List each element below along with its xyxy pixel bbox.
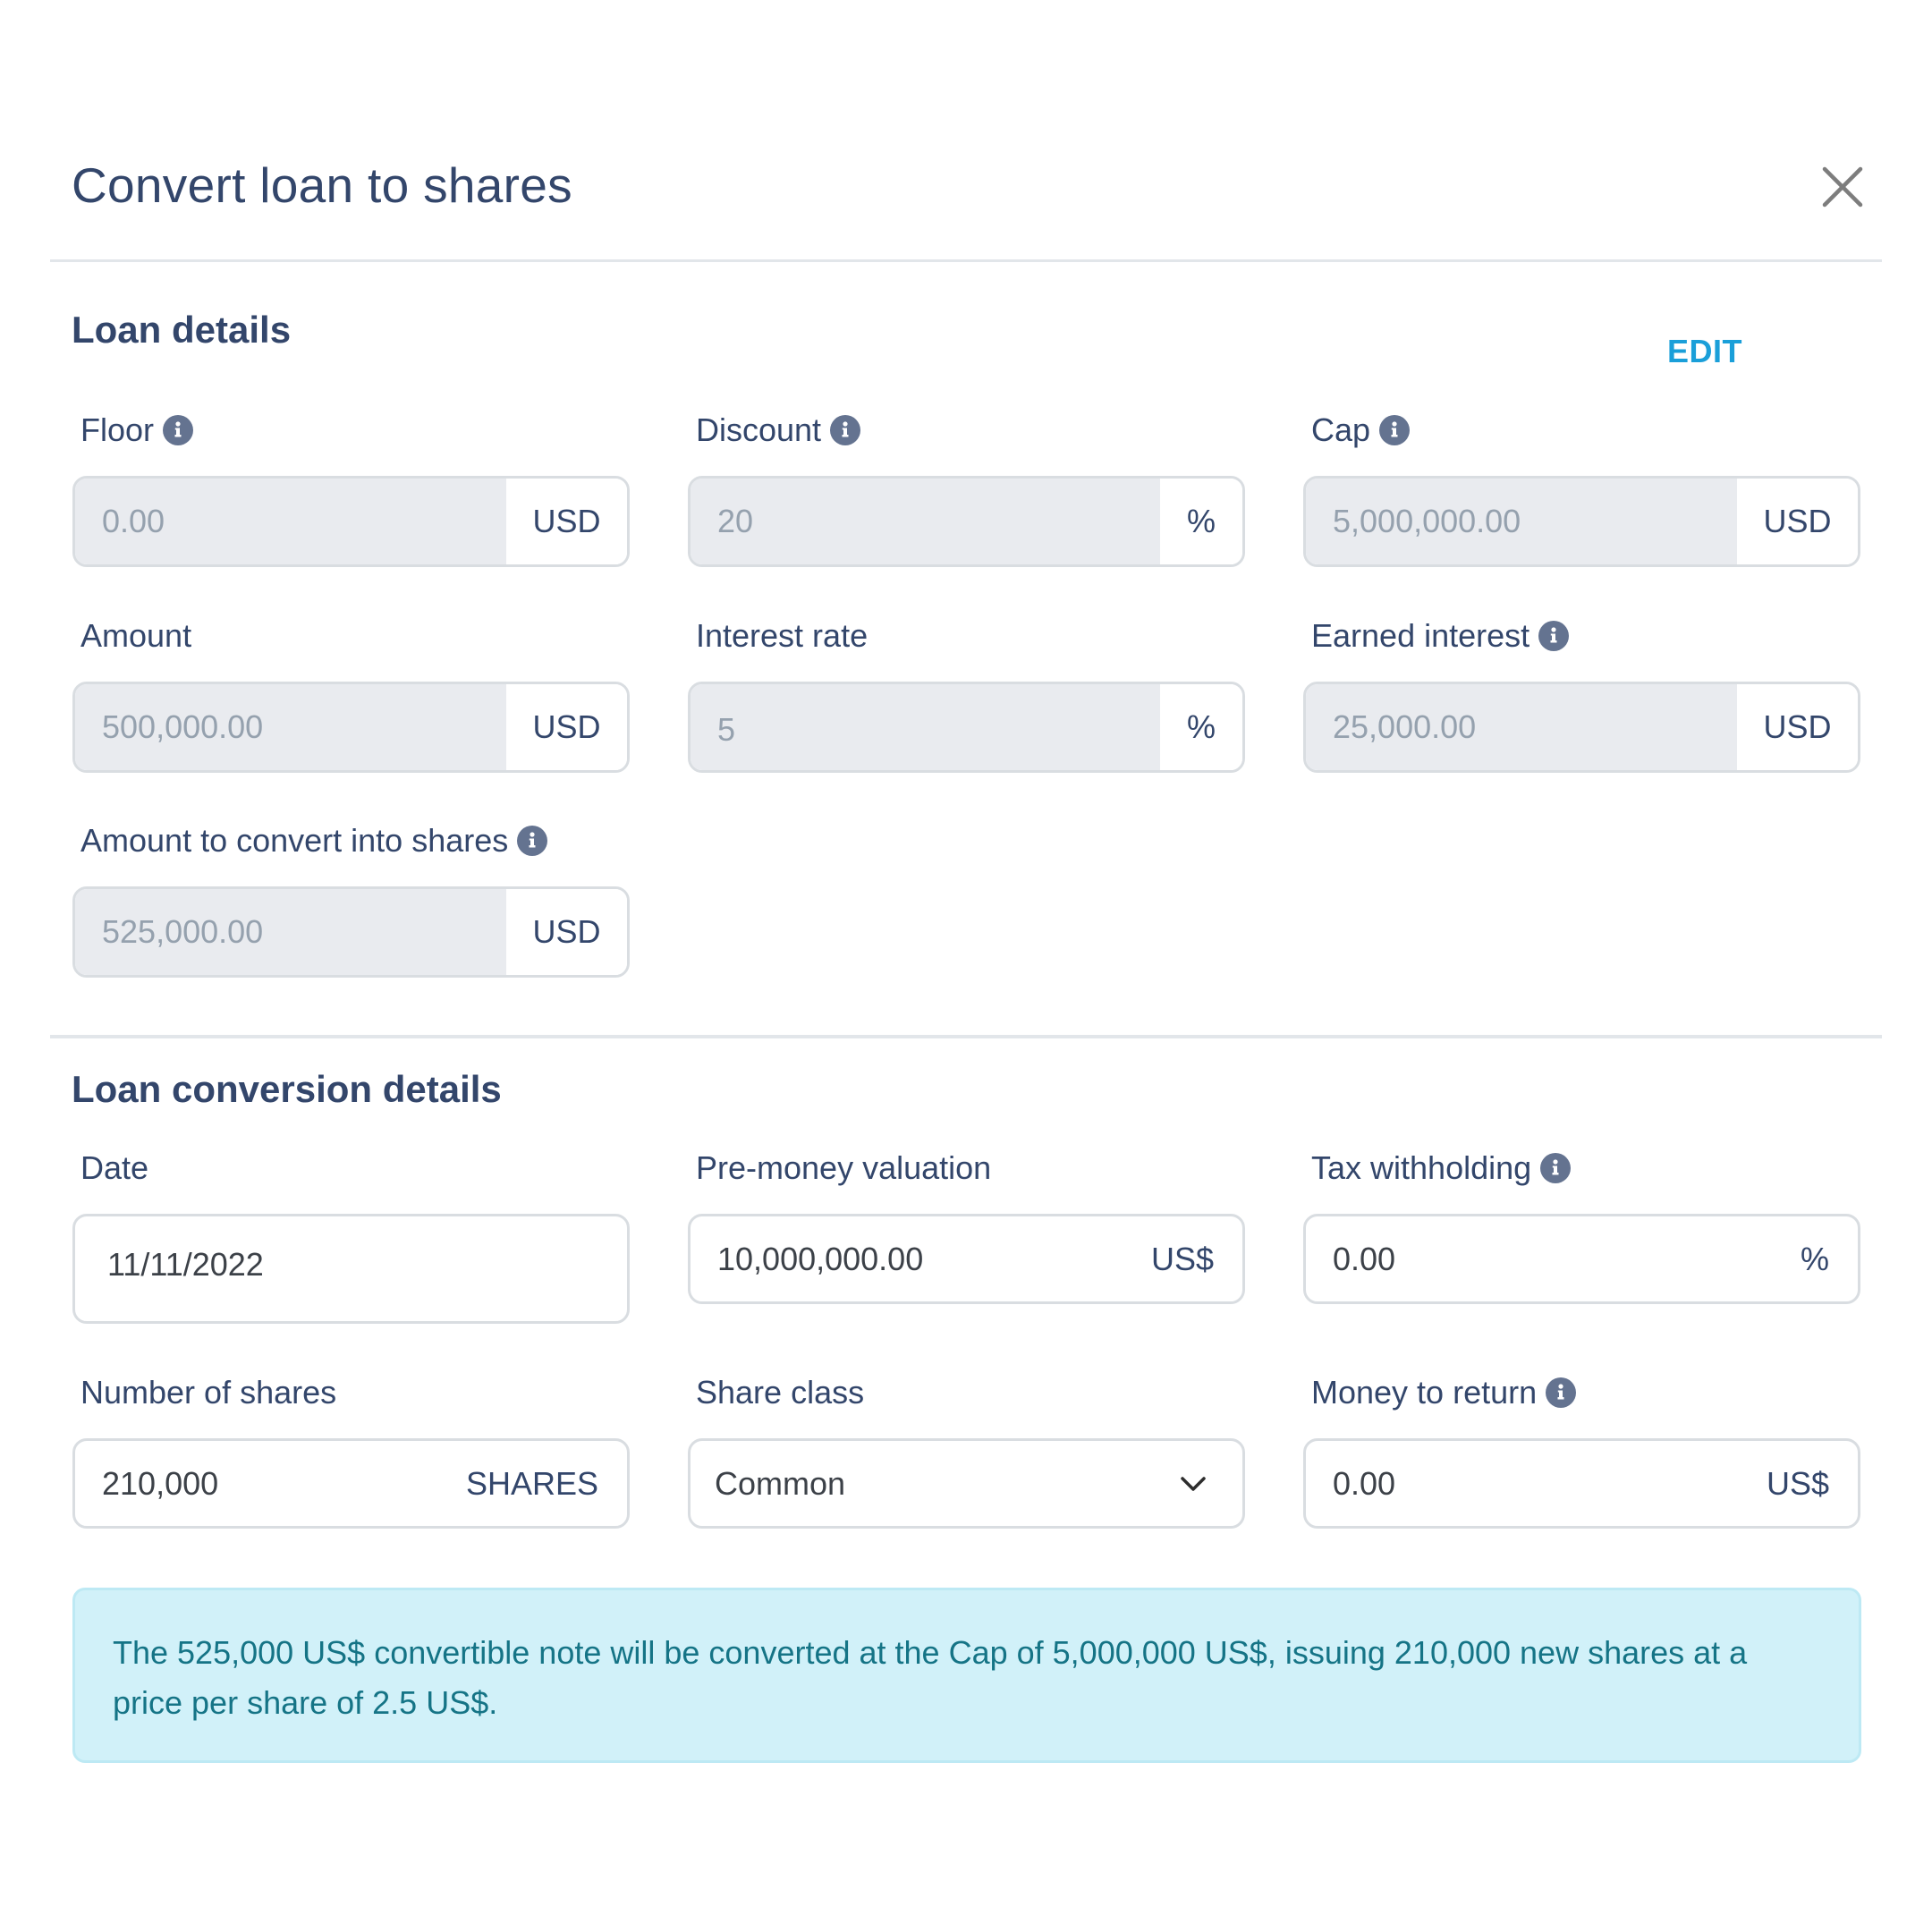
cap-field[interactable]: 5,000,000.00 USD [1303, 476, 1860, 567]
cap-label: Cap [1311, 410, 1411, 451]
floor-unit: USD [506, 479, 627, 564]
info-icon[interactable] [1538, 621, 1570, 651]
share-class-value: Common [715, 1464, 846, 1502]
amount-to-convert-field[interactable]: 525,000.00 USD [72, 886, 630, 978]
info-icon[interactable] [163, 415, 194, 445]
interest-rate-field[interactable]: 5 % [688, 682, 1245, 773]
pre-money-valuation-input[interactable]: 10,000,000.00 US$ [688, 1214, 1245, 1304]
info-icon[interactable] [1540, 1153, 1572, 1183]
info-icon[interactable] [830, 415, 861, 445]
chevron-down-icon [1180, 1441, 1242, 1526]
floor-label: Floor [80, 410, 194, 451]
money-to-return-label: Money to return [1311, 1372, 1577, 1413]
number-of-shares-unit: SHARES [465, 1464, 598, 1502]
tax-withholding-unit: % [1800, 1240, 1829, 1277]
cap-value: 5,000,000.00 [1306, 479, 1737, 564]
amount-label: Amount [80, 617, 192, 654]
edit-button[interactable]: EDIT [1667, 331, 1742, 372]
money-to-return-value: 0.00 [1333, 1464, 1396, 1502]
floor-value: 0.00 [75, 479, 506, 564]
interest-rate-label: Interest rate [696, 617, 869, 654]
floor-field[interactable]: 0.00 USD [72, 476, 630, 567]
amount-to-convert-value: 525,000.00 [75, 889, 506, 975]
amount-unit: USD [506, 684, 627, 770]
header-divider [50, 259, 1882, 262]
number-of-shares-label: Number of shares [80, 1374, 337, 1411]
discount-field[interactable]: 20 % [688, 476, 1245, 567]
pre-money-valuation-label: Pre-money valuation [696, 1149, 992, 1186]
earned-interest-field[interactable]: 25,000.00 USD [1303, 682, 1860, 773]
alert-message: The 525,000 US$ convertible note will be… [113, 1634, 1748, 1721]
tax-withholding-label: Tax withholding [1311, 1148, 1572, 1189]
pre-money-valuation-value: 10,000,000.00 [717, 1240, 924, 1277]
date-label: Date [80, 1149, 149, 1186]
interest-rate-unit: % [1160, 684, 1242, 770]
share-class-label: Share class [696, 1374, 865, 1411]
amount-field[interactable]: 500,000.00 USD [72, 682, 630, 773]
info-icon[interactable] [1546, 1377, 1577, 1408]
earned-interest-unit: USD [1737, 684, 1858, 770]
amount-to-convert-unit: USD [506, 889, 627, 975]
number-of-shares-input[interactable]: 210,000 SHARES [72, 1438, 630, 1529]
discount-value: 20 [691, 479, 1160, 564]
share-class-select[interactable]: Common [688, 1438, 1245, 1529]
close-button[interactable] [1821, 165, 1864, 208]
earned-interest-label: Earned interest [1311, 615, 1570, 657]
amount-value: 500,000.00 [75, 684, 506, 770]
tax-withholding-value: 0.00 [1333, 1240, 1396, 1277]
section-divider [50, 1035, 1882, 1038]
info-icon[interactable] [1379, 415, 1411, 445]
close-icon [1822, 166, 1863, 208]
discount-label: Discount [696, 410, 861, 451]
earned-interest-value: 25,000.00 [1306, 684, 1737, 770]
cap-unit: USD [1737, 479, 1858, 564]
conversion-details-heading: Loan conversion details [72, 1068, 502, 1110]
loan-details-heading: Loan details [72, 309, 292, 351]
dialog-title: Convert loan to shares [72, 157, 572, 213]
info-icon[interactable] [517, 826, 548, 856]
number-of-shares-value: 210,000 [102, 1464, 219, 1502]
money-to-return-unit: US$ [1766, 1464, 1829, 1502]
conversion-summary-alert: The 525,000 US$ convertible note will be… [72, 1588, 1861, 1763]
amount-to-convert-label: Amount to convert into shares [80, 820, 548, 861]
interest-rate-value: 5 [691, 684, 1160, 770]
pre-money-valuation-unit: US$ [1150, 1240, 1214, 1277]
date-value: 11/11/2022 [107, 1245, 264, 1283]
date-input[interactable]: 11/11/2022 [72, 1214, 630, 1324]
discount-unit: % [1160, 479, 1242, 564]
tax-withholding-input[interactable]: 0.00 % [1303, 1214, 1860, 1304]
money-to-return-input[interactable]: 0.00 US$ [1303, 1438, 1860, 1529]
